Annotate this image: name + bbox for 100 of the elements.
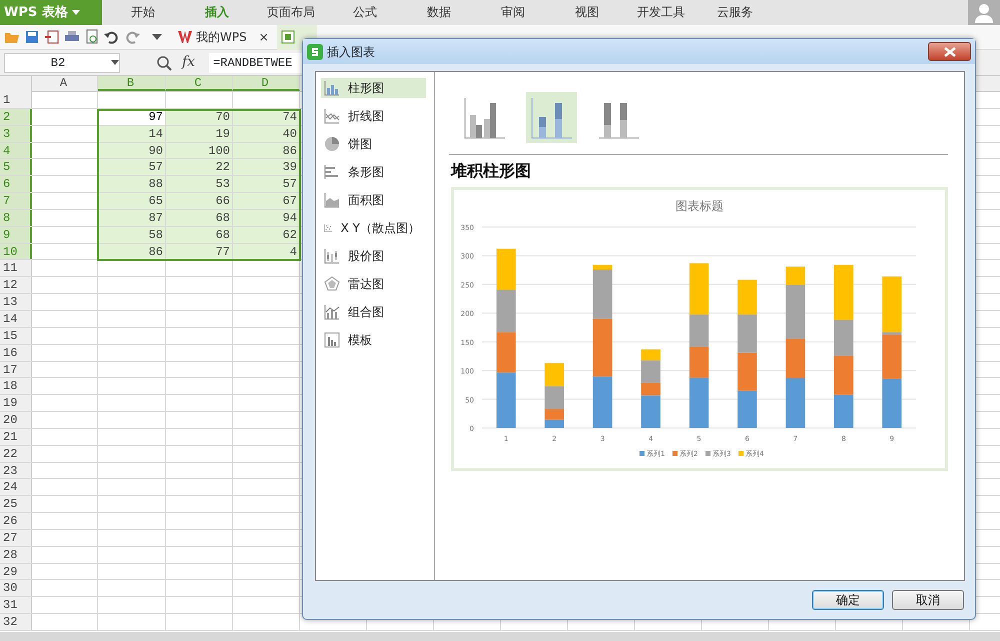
- chart-type-item[interactable]: 饼图: [321, 134, 426, 154]
- ribbon-tab[interactable]: 审阅: [476, 0, 550, 25]
- row-header[interactable]: 30: [0, 580, 32, 596]
- combo-chart-icon: [324, 304, 340, 320]
- dialog-title: 插入图表: [327, 44, 375, 60]
- table-cell[interactable]: 58: [98, 226, 166, 243]
- table-cell[interactable]: 86: [98, 244, 166, 260]
- row-header[interactable]: 19: [0, 395, 32, 412]
- table-cell[interactable]: 53: [166, 176, 233, 192]
- cancel-button[interactable]: 取消: [892, 590, 964, 610]
- document-tab[interactable]: 我的WPS: [196, 28, 247, 46]
- table-cell[interactable]: 57: [98, 159, 166, 176]
- bar-segment: [738, 314, 757, 353]
- row-header[interactable]: 28: [0, 546, 32, 563]
- table-cell[interactable]: 14: [98, 126, 166, 142]
- horizontal-scrollbar[interactable]: [0, 632, 1000, 641]
- table-cell[interactable]: 39: [233, 159, 300, 176]
- export-icon[interactable]: [44, 29, 60, 45]
- table-cell[interactable]: 4: [233, 244, 300, 260]
- bar-segment: [592, 376, 612, 428]
- row-header[interactable]: 24: [0, 479, 32, 496]
- row-header[interactable]: 14: [0, 310, 32, 327]
- dropdown-icon[interactable]: [152, 34, 162, 40]
- stacked-column-icon[interactable]: [526, 92, 577, 143]
- row-header[interactable]: 20: [0, 412, 32, 428]
- bar-chart-icon: [324, 164, 340, 180]
- chart-type-item[interactable]: 折线图: [321, 106, 426, 126]
- chart-type-item[interactable]: 组合图: [321, 302, 426, 322]
- caret-icon: [72, 10, 80, 15]
- ribbon-tab[interactable]: 开发工具: [624, 0, 698, 25]
- ribbon-tab[interactable]: 云服务: [698, 0, 772, 25]
- row-header[interactable]: 1: [0, 92, 32, 108]
- stock-chart-icon: [324, 248, 340, 264]
- table-cell[interactable]: 65: [98, 193, 166, 209]
- row-header[interactable]: 15: [0, 328, 32, 344]
- table-cell[interactable]: 86: [233, 142, 300, 158]
- ribbon-tab[interactable]: 视图: [550, 0, 624, 25]
- table-cell[interactable]: 22: [166, 159, 233, 176]
- chart-title: 图表标题: [676, 199, 724, 213]
- table-cell[interactable]: 19: [166, 126, 233, 142]
- table-cell[interactable]: 68: [166, 210, 233, 226]
- function-button[interactable]: fx: [182, 52, 196, 73]
- row-header[interactable]: 25: [0, 496, 32, 512]
- bar-segment: [834, 356, 854, 395]
- ribbon-tab[interactable]: 页面布局: [254, 0, 328, 25]
- table-cell[interactable]: 68: [166, 226, 233, 243]
- chart-type-item[interactable]: 雷达图: [321, 274, 426, 294]
- preview-icon[interactable]: [84, 29, 100, 45]
- ok-button[interactable]: 确定: [812, 590, 884, 610]
- ribbon-tab[interactable]: 数据: [402, 0, 476, 25]
- table-cell[interactable]: 67: [233, 193, 300, 209]
- row-header[interactable]: 21: [0, 428, 32, 445]
- row-header[interactable]: 17: [0, 362, 32, 378]
- table-cell[interactable]: 57: [233, 176, 300, 192]
- close-icon: [944, 46, 956, 56]
- bar-segment: [786, 339, 806, 378]
- row-header[interactable]: 32: [0, 614, 32, 630]
- chart-type-item[interactable]: 模板: [321, 330, 426, 350]
- row-header[interactable]: 12: [0, 277, 32, 294]
- chart-heading: 堆积柱形图: [451, 160, 532, 182]
- row-header[interactable]: 13: [0, 294, 32, 310]
- zoom-icon[interactable]: [156, 54, 172, 70]
- table-cell[interactable]: 94: [233, 210, 300, 226]
- close-tab-button[interactable]: ×: [258, 28, 269, 46]
- ribbon-tab[interactable]: 开始: [106, 0, 180, 25]
- spreadsheet-icon: [280, 30, 295, 44]
- name-box[interactable]: B2: [4, 52, 120, 72]
- close-button[interactable]: [928, 42, 971, 61]
- save-icon[interactable]: [24, 29, 40, 45]
- ribbon-tab[interactable]: 公式: [328, 0, 402, 25]
- bar-segment: [786, 378, 806, 428]
- table-cell[interactable]: 87: [98, 210, 166, 226]
- line-chart-icon: [324, 108, 340, 124]
- w-logo-icon: [178, 31, 192, 43]
- row-header[interactable]: 26: [0, 513, 32, 529]
- chart-type-item[interactable]: X Y（散点图）: [321, 218, 426, 238]
- row-header[interactable]: 29: [0, 564, 32, 580]
- table-cell[interactable]: 100: [166, 142, 233, 158]
- row-header[interactable]: 11: [0, 260, 32, 276]
- row-header[interactable]: 27: [0, 530, 32, 546]
- table-cell[interactable]: 88: [98, 176, 166, 192]
- app-title: WPS 表格: [4, 4, 68, 22]
- table-cell[interactable]: 40: [233, 126, 300, 142]
- chart-type-item[interactable]: 条形图: [321, 162, 426, 182]
- table-cell[interactable]: 90: [98, 142, 166, 158]
- row-header[interactable]: 16: [0, 344, 32, 360]
- chart-type-item[interactable]: 面积图: [321, 190, 426, 210]
- avatar-icon[interactable]: [968, 0, 1000, 25]
- bar-segment: [496, 372, 516, 428]
- table-cell[interactable]: 66: [166, 193, 233, 209]
- chart-type-item[interactable]: 股价图: [321, 246, 426, 266]
- undo-icon[interactable]: [104, 29, 120, 45]
- table-cell[interactable]: 77: [166, 244, 233, 260]
- row-header[interactable]: 31: [0, 597, 32, 614]
- row-header[interactable]: 23: [0, 462, 32, 478]
- table-cell[interactable]: 62: [233, 226, 300, 243]
- row-header[interactable]: 18: [0, 378, 32, 394]
- row-header[interactable]: 22: [0, 446, 32, 462]
- chart-type-item[interactable]: 柱形图: [321, 78, 426, 98]
- bar-segment: [496, 290, 516, 332]
